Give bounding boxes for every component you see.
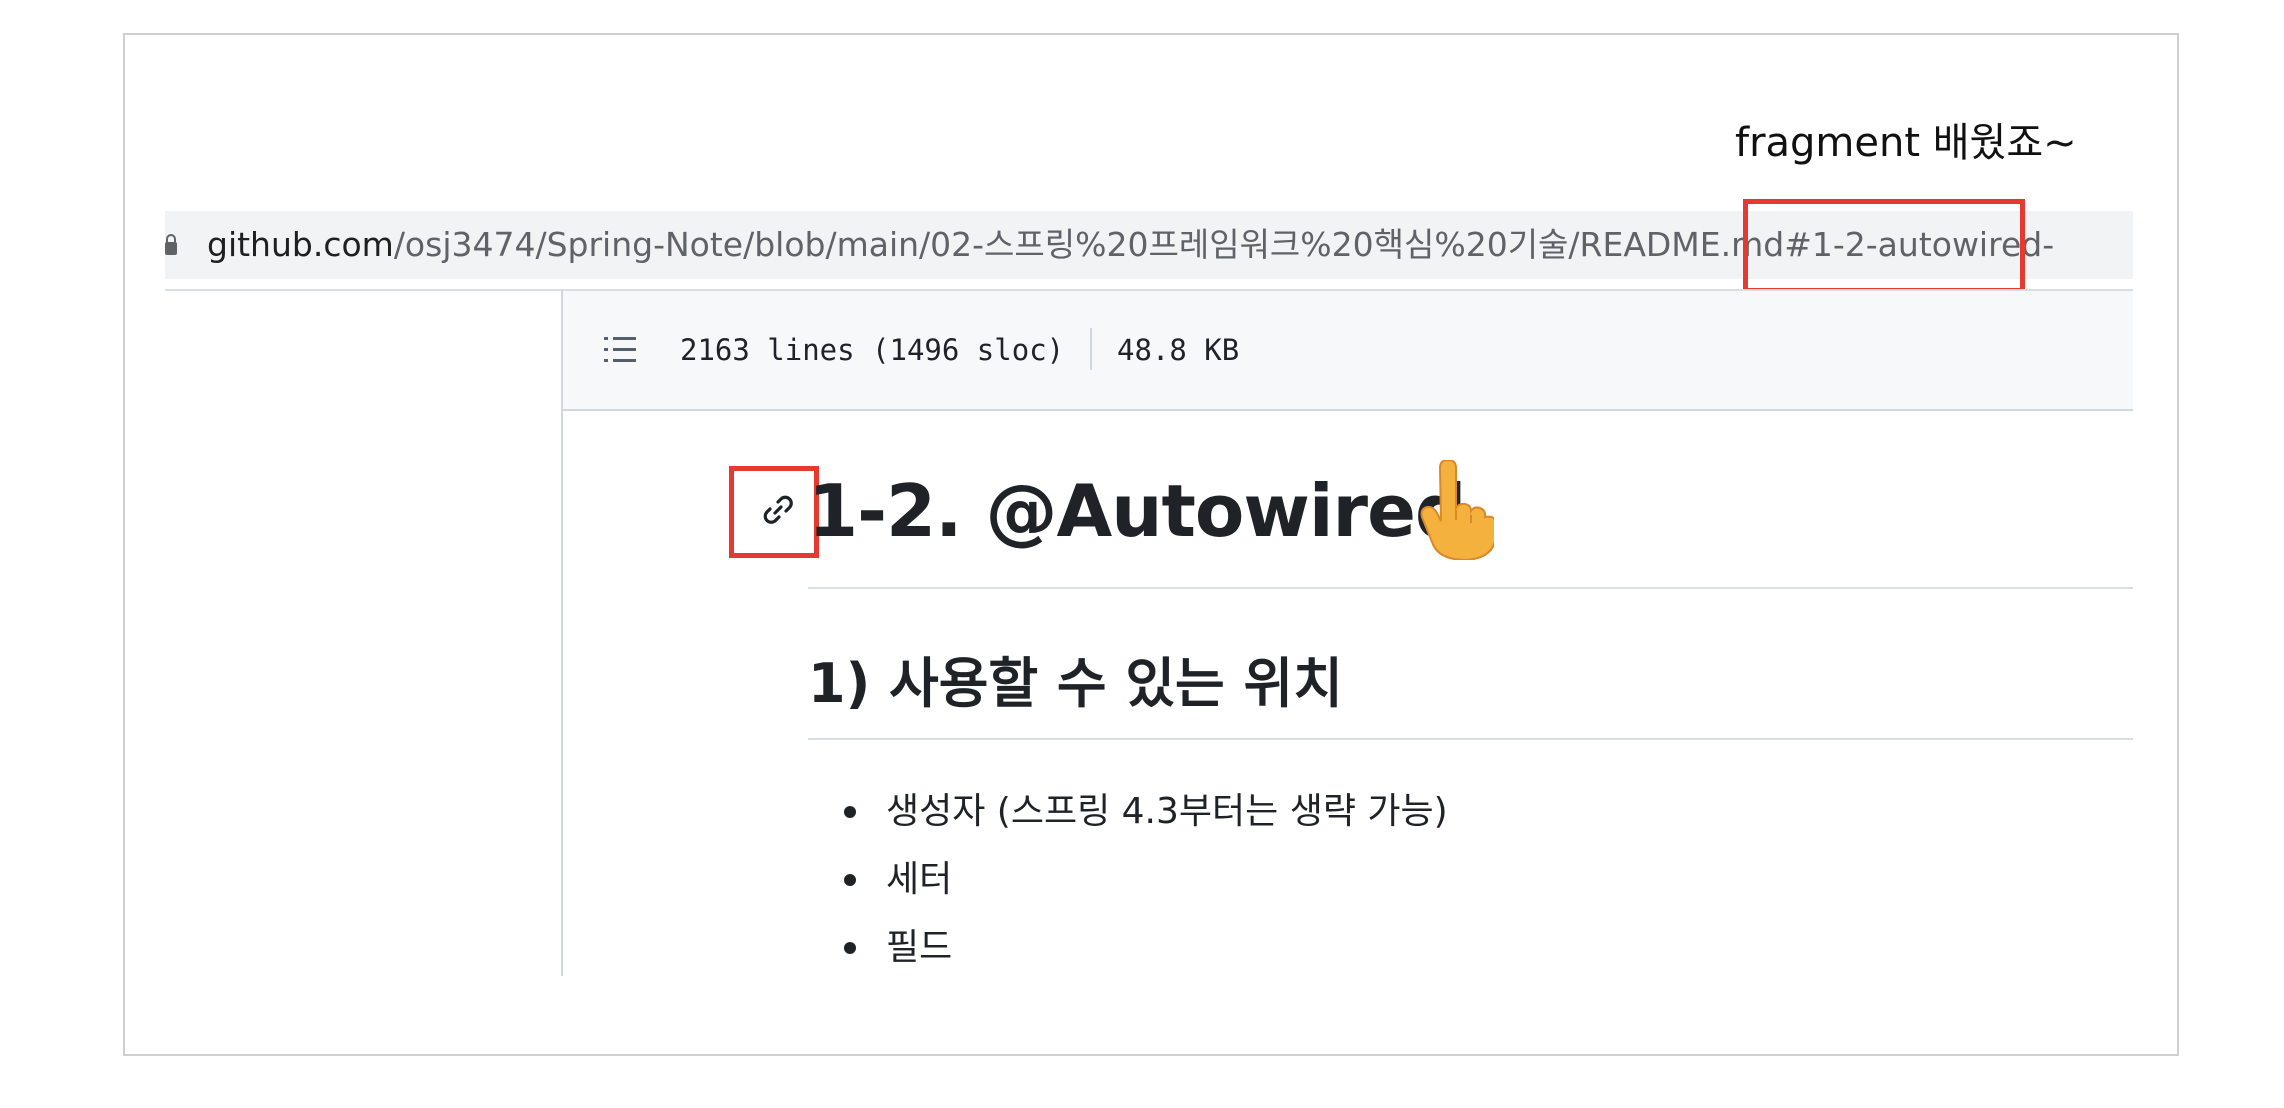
- bullet-dot: [844, 806, 856, 818]
- fragment-highlight-box: [1743, 199, 2025, 293]
- heading1-rule: [808, 587, 2133, 589]
- pointing-up-hand-emoji: [1420, 460, 1494, 560]
- file-lines-count: 2163 lines (1496 sloc): [680, 333, 1065, 367]
- list-item-text: 생성자 (스프링 4.3부터는 생략 가능): [886, 791, 1448, 832]
- anchor-link-highlight-box: [729, 466, 819, 558]
- list-item: 세터: [840, 846, 1448, 914]
- annotation-note: fragment 배웠죠~: [1735, 120, 2077, 166]
- list-unordered-icon[interactable]: [602, 332, 638, 368]
- location-list: 생성자 (스프링 4.3부터는 생략 가능) 세터 필드: [840, 778, 1448, 982]
- heading-usable-locations: 1) 사용할 수 있는 위치: [808, 652, 1343, 715]
- bullet-dot: [844, 942, 856, 954]
- lock-icon: [165, 234, 177, 255]
- list-item: 생성자 (스프링 4.3부터는 생략 가능): [840, 778, 1448, 846]
- heading-autowired: 1-2. @Autowired: [808, 469, 1466, 553]
- heading2-rule: [808, 738, 2133, 740]
- list-item-text: 세터: [886, 859, 953, 900]
- list-item-text: 필드: [886, 927, 953, 968]
- file-size: 48.8 KB: [1117, 333, 1240, 367]
- url-path: /osj3474/Spring-Note/blob/main/02-스프링%20…: [393, 225, 1785, 264]
- meta-separator: [1090, 328, 1092, 370]
- bullet-dot: [844, 874, 856, 886]
- list-item: 필드: [840, 914, 1448, 982]
- url-host: github.com: [207, 225, 394, 264]
